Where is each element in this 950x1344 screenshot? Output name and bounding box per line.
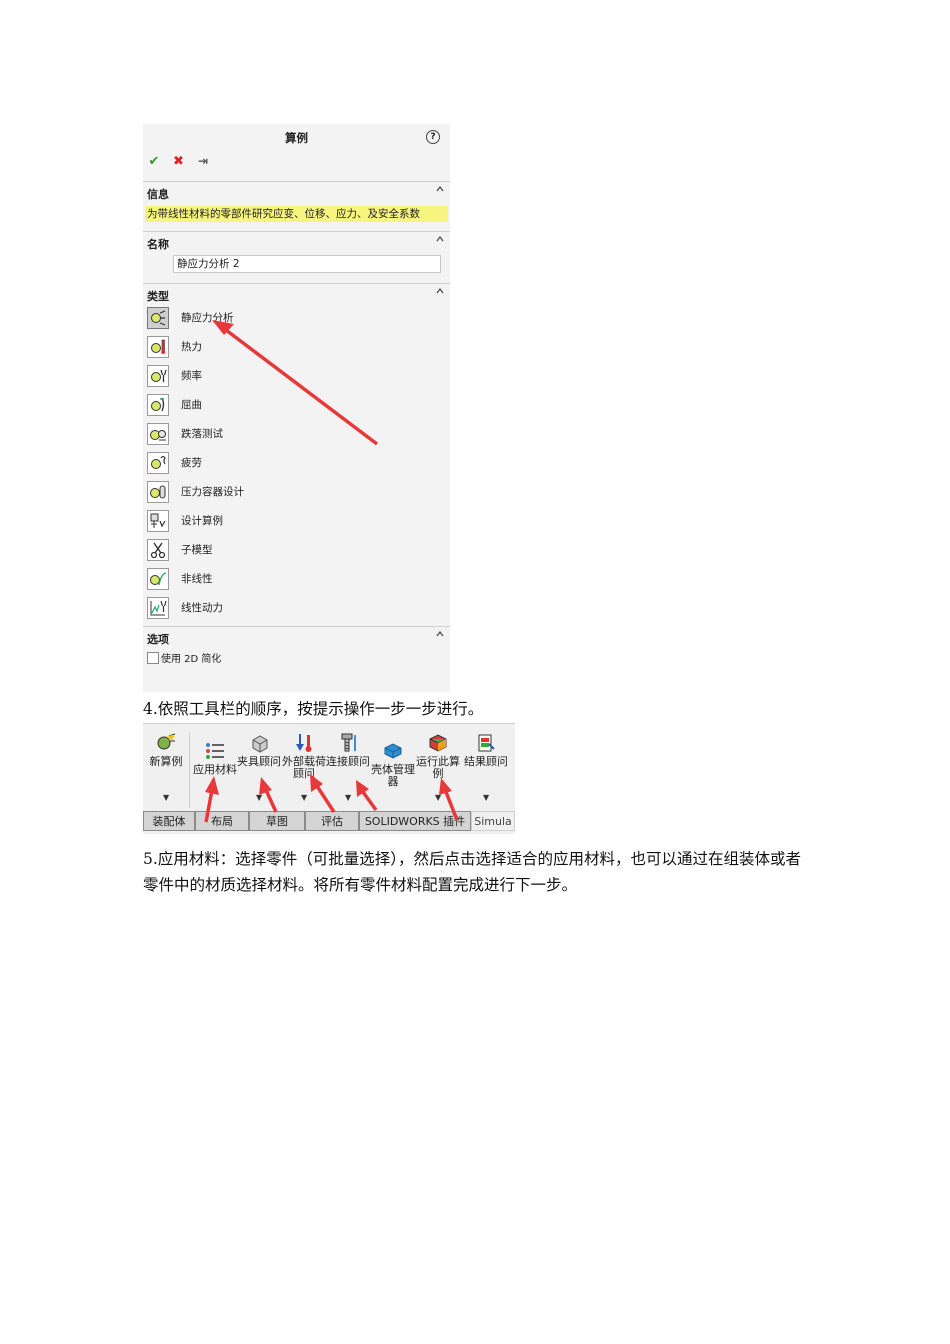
chevron-down-icon[interactable]: ▼	[435, 793, 441, 802]
external-loads-button[interactable]: 外部载荷顾问	[282, 732, 326, 780]
type-section-header[interactable]: 类型	[143, 283, 450, 304]
type-item-drop-test[interactable]: 跌落测试	[147, 423, 427, 445]
toolbar-button-label: 结果顾问	[464, 755, 508, 768]
new-study-button[interactable]: 新算例	[144, 732, 188, 768]
connections-advisor-button[interactable]: 连接顾问	[326, 732, 370, 768]
nonlinear-study-icon	[147, 568, 169, 590]
design-study-icon	[147, 510, 169, 532]
apply-material-button[interactable]: 应用材料	[193, 740, 237, 776]
chevron-up-icon[interactable]	[436, 287, 444, 295]
static-study-icon	[147, 307, 169, 329]
study-property-panel: 算例 ? ✔ ✖ ⇥ 信息 为带线性材料的零部件研究应变、位移、应力、及安全系数…	[143, 124, 450, 692]
apply-material-icon	[206, 743, 224, 759]
type-item-design-study[interactable]: 设计算例	[147, 510, 427, 532]
new-study-icon	[157, 733, 176, 750]
run-study-icon	[429, 734, 447, 752]
toolbar-button-label: 外部载荷顾问	[282, 755, 326, 780]
buckling-study-icon	[147, 394, 169, 416]
toolbar-button-label: 运行此算例	[416, 755, 460, 780]
panel-actions: ✔ ✖ ⇥	[147, 154, 217, 169]
shell-manager-icon	[384, 743, 402, 759]
fixtures-advisor-button[interactable]: 夹具顾问	[237, 732, 281, 768]
type-item-pressure-vessel[interactable]: 压力容器设计	[147, 481, 427, 503]
type-item-thermal[interactable]: 热力	[147, 336, 427, 358]
pushpin-icon[interactable]: ⇥	[196, 154, 210, 168]
type-label: 跌落测试	[181, 428, 223, 440]
info-text: 为带线性材料的零部件研究应变、位移、应力、及安全系数	[145, 206, 448, 222]
chevron-down-icon[interactable]: ▼	[345, 793, 351, 802]
frequency-study-icon	[147, 365, 169, 387]
type-item-linear-dynamic[interactable]: 线性动力	[147, 597, 427, 619]
drop-test-icon	[147, 423, 169, 445]
name-section-header[interactable]: 名称	[143, 231, 450, 252]
type-item-fatigue[interactable]: 疲劳	[147, 452, 427, 474]
submodel-icon	[147, 539, 169, 561]
type-item-static[interactable]: 静应力分析	[147, 307, 427, 329]
chevron-up-icon[interactable]	[436, 630, 444, 638]
external-loads-icon	[296, 734, 312, 752]
tab-solidworks-addins[interactable]: SOLIDWORKS 插件	[359, 811, 471, 831]
type-label: 静应力分析	[181, 312, 234, 324]
use-2d-simplification-checkbox[interactable]	[147, 652, 159, 664]
chevron-down-icon[interactable]: ▼	[483, 793, 489, 802]
type-item-buckling[interactable]: 屈曲	[147, 394, 427, 416]
type-item-nonlinear[interactable]: 非线性	[147, 568, 427, 590]
check-icon[interactable]: ✔	[147, 155, 161, 169]
info-section-label: 信息	[147, 188, 169, 201]
tab-evaluate[interactable]: 评估	[305, 811, 359, 831]
tab-assembly[interactable]: 装配体	[143, 811, 195, 831]
results-advisor-button[interactable]: 结果顾问	[464, 732, 508, 768]
options-section-label: 选项	[147, 633, 169, 646]
study-name-input[interactable]: 静应力分析 2	[173, 255, 441, 273]
fixtures-advisor-icon	[252, 735, 268, 753]
chevron-down-icon[interactable]: ▼	[163, 793, 169, 802]
chevron-up-icon[interactable]	[436, 235, 444, 243]
chevron-down-icon[interactable]: ▼	[301, 793, 307, 802]
tab-simulation[interactable]: Simula	[471, 811, 515, 831]
type-label: 频率	[181, 370, 202, 382]
type-item-submodel[interactable]: 子模型	[147, 539, 427, 561]
type-section-label: 类型	[147, 290, 169, 303]
step4-text: 4.依照工具栏的顺序，按提示操作一步一步进行。	[143, 700, 484, 718]
command-manager-tabs: 装配体 布局 草图 评估 SOLIDWORKS 插件 Simula	[143, 811, 515, 832]
toolbar-button-label: 连接顾问	[326, 755, 370, 768]
toolbar-button-label: 新算例	[149, 755, 183, 768]
pressure-vessel-icon	[147, 481, 169, 503]
type-label: 子模型	[181, 544, 213, 556]
type-label: 压力容器设计	[181, 486, 244, 498]
type-label: 设计算例	[181, 515, 223, 527]
type-label: 线性动力	[181, 602, 223, 614]
type-label: 屈曲	[181, 399, 202, 411]
shell-manager-button[interactable]: 壳体管理器	[371, 740, 415, 788]
tab-layout[interactable]: 布局	[195, 811, 249, 831]
toolbar-separator	[189, 732, 190, 808]
toolbar-button-label: 壳体管理器	[371, 763, 415, 788]
step5-text: 5.应用材料：选择零件（可批量选择），然后点击选择适合的应用材料，也可以通过在组…	[143, 850, 802, 894]
type-item-frequency[interactable]: 频率	[147, 365, 427, 387]
type-label: 疲劳	[181, 457, 202, 469]
type-label: 热力	[181, 341, 202, 353]
chevron-down-icon[interactable]: ▼	[256, 793, 262, 802]
linear-dynamic-icon	[147, 597, 169, 619]
options-section-header[interactable]: 选项	[143, 626, 450, 647]
chevron-up-icon[interactable]	[436, 185, 444, 193]
results-advisor-icon	[478, 734, 495, 752]
type-label: 非线性	[181, 573, 213, 585]
close-icon[interactable]: ✖	[172, 155, 186, 169]
thermal-study-icon	[147, 336, 169, 358]
connections-advisor-icon	[341, 733, 356, 752]
panel-title: 算例	[285, 131, 308, 145]
run-study-button[interactable]: 运行此算例	[416, 732, 460, 780]
toolbar-button-label: 夹具顾问	[237, 755, 281, 768]
simulation-toolbar: 新算例 ▼ 应用材料 夹具顾问 ▼ 外部载荷顾问 ▼ 连接顾问 ▼ 壳体管理器 …	[143, 723, 515, 834]
use-2d-simplification-label: 使用 2D 简化	[161, 654, 222, 665]
question-icon[interactable]: ?	[426, 130, 440, 144]
toolbar-button-label: 应用材料	[193, 763, 237, 776]
name-section-label: 名称	[147, 238, 169, 251]
tab-sketch[interactable]: 草图	[249, 811, 305, 831]
fatigue-study-icon	[147, 452, 169, 474]
info-section-header[interactable]: 信息	[143, 181, 450, 202]
